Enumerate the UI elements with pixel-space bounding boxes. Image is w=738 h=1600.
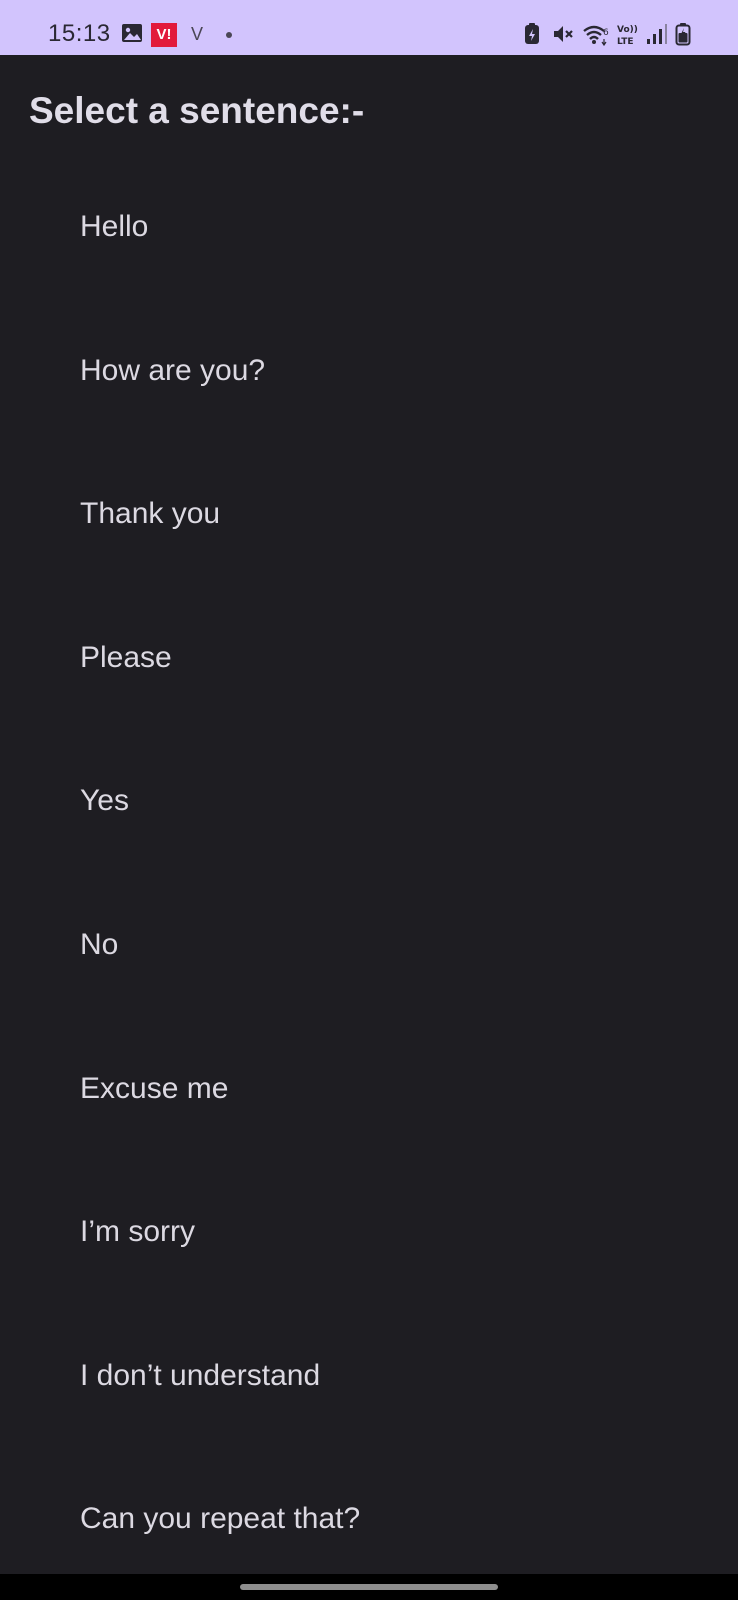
wifi-6-icon: 6 bbox=[582, 22, 610, 48]
list-item[interactable]: Thank you bbox=[0, 477, 738, 621]
sentence-text: I’m sorry bbox=[80, 1215, 195, 1249]
list-item[interactable]: Hello bbox=[0, 190, 738, 334]
svg-text:LTE: LTE bbox=[617, 37, 634, 47]
gallery-icon bbox=[121, 22, 143, 44]
list-item[interactable]: No bbox=[0, 908, 738, 1052]
list-item[interactable]: I don’t understand bbox=[0, 1339, 738, 1483]
list-item[interactable]: I’m sorry bbox=[0, 1195, 738, 1339]
battery-saver-icon bbox=[524, 22, 540, 48]
battery-icon bbox=[675, 22, 691, 48]
page-title: Select a sentence:- bbox=[29, 90, 365, 131]
v-app-icon: V bbox=[191, 24, 204, 44]
signal-icon bbox=[646, 22, 668, 48]
mute-icon bbox=[551, 22, 575, 48]
sentence-text: Excuse me bbox=[80, 1071, 229, 1105]
sentence-text: Can you repeat that? bbox=[80, 1502, 361, 1536]
status-bar: 15:13 V! V 6 Vo)) LTE bbox=[0, 0, 738, 55]
sentence-text: Thank you bbox=[80, 497, 221, 531]
home-gesture-handle[interactable] bbox=[240, 1584, 498, 1590]
notification-dot-icon bbox=[226, 32, 232, 38]
sentence-text: I don’t understand bbox=[80, 1358, 321, 1392]
list-item[interactable]: How are you? bbox=[0, 334, 738, 478]
status-time: 15:13 bbox=[48, 20, 111, 47]
sentence-text: Yes bbox=[80, 784, 129, 818]
volte-icon: Vo)) LTE bbox=[616, 22, 638, 48]
sentence-text: Please bbox=[80, 640, 172, 674]
app-screen: 15:13 V! V 6 Vo)) LTE Select a sentence:… bbox=[0, 0, 738, 1600]
list-item[interactable]: Yes bbox=[0, 764, 738, 908]
vi-carrier-icon: V! bbox=[151, 23, 177, 47]
sentence-text: How are you? bbox=[80, 353, 266, 387]
sentence-list: Hello How are you? Thank you Please Yes … bbox=[0, 190, 738, 1600]
svg-text:6: 6 bbox=[603, 28, 609, 38]
sentence-text: No bbox=[80, 927, 119, 961]
list-item[interactable]: Excuse me bbox=[0, 1052, 738, 1196]
list-item[interactable]: Please bbox=[0, 621, 738, 765]
svg-text:Vo)): Vo)) bbox=[617, 25, 638, 35]
sentence-text: Hello bbox=[80, 210, 149, 243]
